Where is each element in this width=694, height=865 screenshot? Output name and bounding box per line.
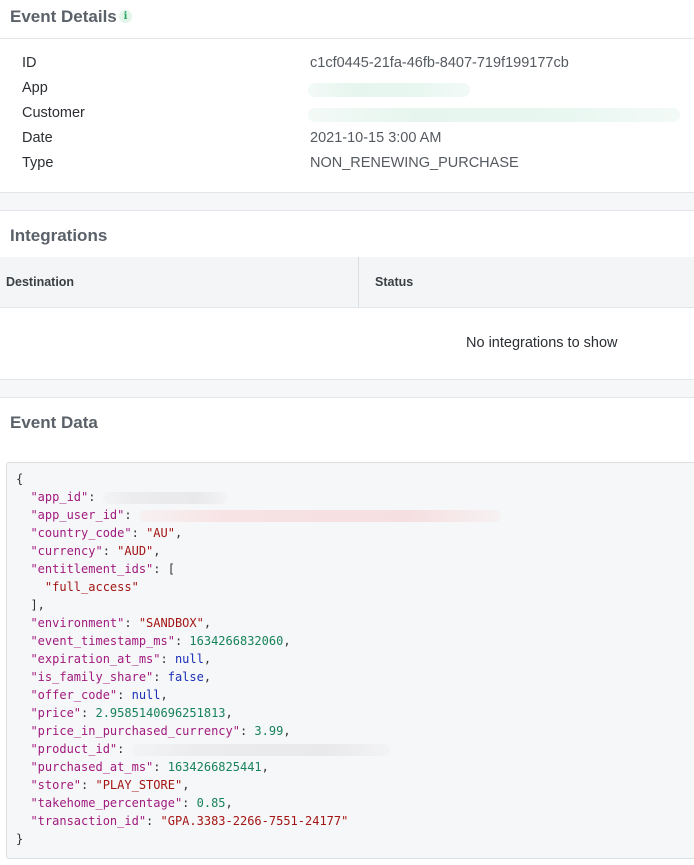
json-key: "store" <box>30 778 82 792</box>
json-key: "app_user_id" <box>30 508 125 522</box>
json-line-store: "store": "PLAY_STORE", <box>30 778 190 792</box>
json-line-price: "price": 2.9585140696251813, <box>30 706 233 720</box>
redacted-product-id <box>131 743 390 756</box>
json-line-product-id: "product_id": <box>16 740 390 758</box>
integrations-header: Integrations <box>0 210 694 258</box>
json-key: "environment" <box>30 616 125 630</box>
json-line-app-id: "app_id": <box>16 488 227 506</box>
json-value: 1634266832060 <box>189 634 284 648</box>
column-separator <box>358 257 359 307</box>
json-line-currency: "currency": "AUD", <box>30 544 161 558</box>
json-key: "expiration_at_ms" <box>30 652 161 666</box>
json-line-country-code: "country_code": "AU", <box>30 526 183 540</box>
event-details-title: Event Details <box>10 7 117 26</box>
json-line-environment: "environment": "SANDBOX", <box>30 616 212 630</box>
json-key: "country_code" <box>30 526 132 540</box>
detail-row-id: ID c1cf0445-21fa-46fb-8407-719f199177cb <box>0 53 694 78</box>
json-key: "purchased_at_ms" <box>30 760 154 774</box>
json-value: 0.85 <box>196 796 226 810</box>
json-key: "currency" <box>30 544 103 558</box>
json-value: "AU" <box>146 526 175 540</box>
json-value: "full_access" <box>44 580 139 594</box>
json-line-purchased-at: "purchased_at_ms": 1634266825441, <box>30 760 269 774</box>
json-key: "offer_code" <box>30 688 118 702</box>
json-line-family-share: "is_family_share": false, <box>30 670 212 684</box>
json-key: "product_id" <box>30 742 118 756</box>
section-divider <box>0 379 694 380</box>
json-line-app-user-id: "app_user_id": <box>16 506 501 524</box>
json-value: "PLAY_STORE" <box>95 778 183 792</box>
detail-row-date: Date 2021-10-15 3:00 AM <box>0 128 694 153</box>
json-value: "SANDBOX" <box>138 616 204 630</box>
column-header-status[interactable]: Status <box>375 257 414 307</box>
detail-label: Date <box>22 130 53 146</box>
json-key: "price" <box>30 706 82 720</box>
event-data-header: Event Data <box>0 397 694 445</box>
json-line-offer-code: "offer_code": null, <box>30 688 168 702</box>
info-icon[interactable]: i <box>119 10 132 23</box>
json-line-transaction-id: "transaction_id": "GPA.3383-2266-7551-24… <box>30 814 349 828</box>
json-line-price-purchased: "price_in_purchased_currency": 3.99, <box>30 724 291 738</box>
detail-row-type: Type NON_RENEWING_PURCHASE <box>0 153 694 178</box>
json-array-open: [ <box>167 562 175 576</box>
json-value: "AUD" <box>117 544 154 558</box>
event-details-card: ID c1cf0445-21fa-46fb-8407-719f199177cb … <box>0 39 694 192</box>
json-value: false <box>167 670 204 684</box>
json-value: 2.9585140696251813 <box>95 706 226 720</box>
json-line-takehome: "takehome_percentage": 0.85, <box>30 796 233 810</box>
redacted-app-value <box>308 83 470 97</box>
redacted-customer-value <box>308 108 680 122</box>
integrations-table: Destination Status No integrations to sh… <box>0 257 694 379</box>
json-line-entitlement-ids: "entitlement_ids": [ <box>30 562 175 576</box>
json-key: "entitlement_ids" <box>30 562 154 576</box>
json-key: "event_timestamp_ms" <box>30 634 175 648</box>
json-key: "app_id" <box>30 490 89 504</box>
json-value: 1634266825441 <box>167 760 262 774</box>
json-line-entitlement-item: "full_access" <box>16 578 139 596</box>
json-open-brace: { <box>16 472 24 486</box>
json-value: "GPA.3383-2266-7551-24177" <box>160 814 349 828</box>
column-header-destination[interactable]: Destination <box>6 257 75 307</box>
integrations-table-header: Destination Status <box>0 257 694 308</box>
detail-value-date: 2021-10-15 3:00 AM <box>310 130 442 146</box>
json-key: "price_in_purchased_currency" <box>30 724 240 738</box>
json-line-expiration: "expiration_at_ms": null, <box>30 652 212 666</box>
redacted-app-user-id <box>138 509 501 522</box>
section-divider <box>0 192 694 193</box>
integrations-title: Integrations <box>10 226 108 245</box>
json-key: "transaction_id" <box>30 814 147 828</box>
event-data-json[interactable]: { "app_id": "app_user_id": "country_code… <box>6 462 694 859</box>
detail-label: App <box>22 80 48 96</box>
json-line-event-timestamp: "event_timestamp_ms": 1634266832060, <box>30 634 291 648</box>
json-key: "is_family_share" <box>30 670 154 684</box>
detail-value-id: c1cf0445-21fa-46fb-8407-719f199177cb <box>310 55 569 71</box>
json-key: "takehome_percentage" <box>30 796 183 810</box>
detail-label: Type <box>22 155 54 171</box>
detail-label: Customer <box>22 105 85 121</box>
json-array-close: ], <box>30 598 45 612</box>
redacted-app-id <box>102 491 227 504</box>
detail-value-type: NON_RENEWING_PURCHASE <box>310 155 519 171</box>
detail-label: ID <box>22 55 37 71</box>
detail-row-app: App <box>0 78 694 103</box>
json-line-array-close: ], <box>16 596 45 614</box>
empty-state-message: No integrations to show <box>466 335 618 351</box>
event-data-title: Event Data <box>10 413 98 432</box>
json-value: 3.99 <box>254 724 284 738</box>
event-details-header: Event Details i <box>0 0 694 39</box>
json-value: null <box>174 652 204 666</box>
detail-row-customer: Customer <box>0 103 694 128</box>
json-value: null <box>131 688 161 702</box>
json-close-brace: } <box>16 832 24 846</box>
